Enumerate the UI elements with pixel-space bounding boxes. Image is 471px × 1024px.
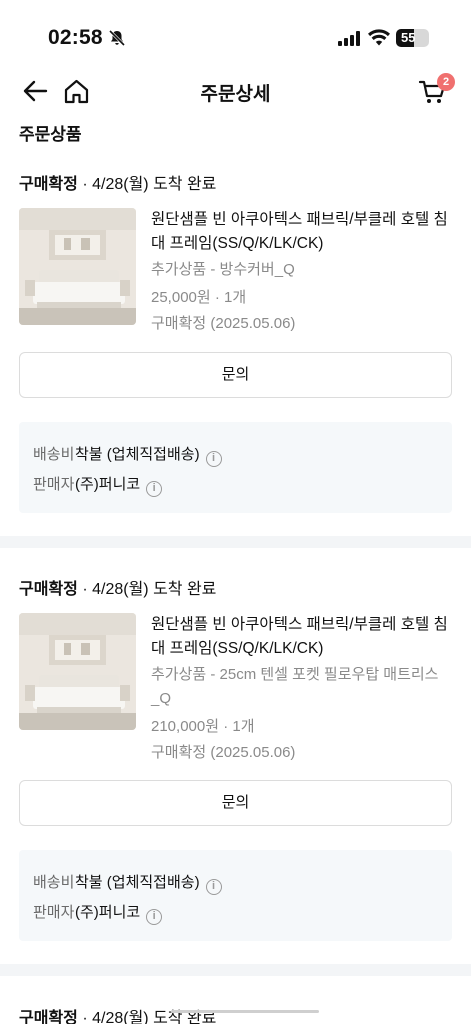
shipping-label: 배송비 [33,874,75,891]
order-status: 구매확정 [19,176,78,193]
product-price: 210,000원 · 1개 [151,718,255,735]
seller-name[interactable]: (주)퍼니코 [75,904,140,921]
status-bar: 02:58 55 [0,0,471,66]
battery-indicator: 55 [396,29,429,47]
shipping-label: 배송비 [33,446,75,463]
purchase-confirm-date: 구매확정 (2025.05.06) [151,744,296,761]
shipping-value: 착불 (업체직접배송) i [75,443,222,467]
seller-value: (주)퍼니코 i [75,473,163,497]
section-title: 주문상품 [19,125,82,144]
order-status-line: 구매확정 · 4/28(월) 도착 완료 [19,1004,216,1024]
order-status: 구매확정 [19,581,78,598]
order-status-line: 구매확정 · 4/28(월) 도착 완료 [19,170,216,194]
purchase-confirm-date: 구매확정 (2025.05.06) [151,315,296,332]
seller-info-box: 배송비 착불 (업체직접배송) i 판매자 (주)퍼니코 i [19,422,452,513]
section-divider [0,536,471,548]
seller-info-box: 배송비 착불 (업체직접배송) i 판매자 (주)퍼니코 i [19,850,452,941]
home-indicator [171,1010,319,1013]
order-status: 구매확정 [19,1010,78,1024]
order-status-line: 구매확정 · 4/28(월) 도착 완료 [19,575,216,599]
product-thumbnail[interactable] [19,208,136,325]
delivery-info: · 4/28(월) 도착 완료 [77,176,217,193]
cellular-signal-icon [338,31,360,46]
shipping-value: 착불 (업체직접배송) i [75,871,222,895]
cart-count-badge: 2 [437,73,455,91]
product-option: 추가상품 - 25cm 텐셀 포켓 필로우탑 매트리스 _Q [151,666,439,707]
product-name[interactable]: 원단샘플 빈 아쿠아텍스 패브릭/부클레 호텔 침대 프레임(SS/Q/K/LK… [151,613,456,661]
inquiry-button[interactable]: 문의 [19,780,452,826]
seller-label: 판매자 [33,904,75,921]
seller-value: (주)퍼니코 i [75,901,163,925]
product-option: 추가상품 - 방수커버_Q [151,261,295,278]
page-title: 주문상세 [200,84,271,105]
header: 주문상세 2 [0,66,471,118]
product-thumbnail[interactable] [19,613,136,730]
info-icon[interactable]: i [146,909,163,925]
seller-label: 판매자 [33,476,75,493]
battery-level: 55 [401,30,416,45]
seller-name[interactable]: (주)퍼니코 [75,476,140,493]
info-icon[interactable]: i [205,879,222,895]
product-name[interactable]: 원단샘플 빈 아쿠아텍스 패브릭/부클레 호텔 침대 프레임(SS/Q/K/LK… [151,208,456,256]
inquiry-button[interactable]: 문의 [19,352,452,398]
product-price: 25,000원 · 1개 [151,289,247,306]
bell-off-icon [108,29,126,47]
shipping-value-text: 착불 (업체직접배송) [75,446,200,463]
delivery-info: · 4/28(월) 도착 완료 [77,581,217,598]
info-icon[interactable]: i [205,451,222,467]
status-time: 02:58 [48,26,103,49]
wifi-icon [368,29,390,46]
shipping-value-text: 착불 (업체직접배송) [75,874,200,891]
info-icon[interactable]: i [146,481,163,497]
section-divider [0,964,471,976]
